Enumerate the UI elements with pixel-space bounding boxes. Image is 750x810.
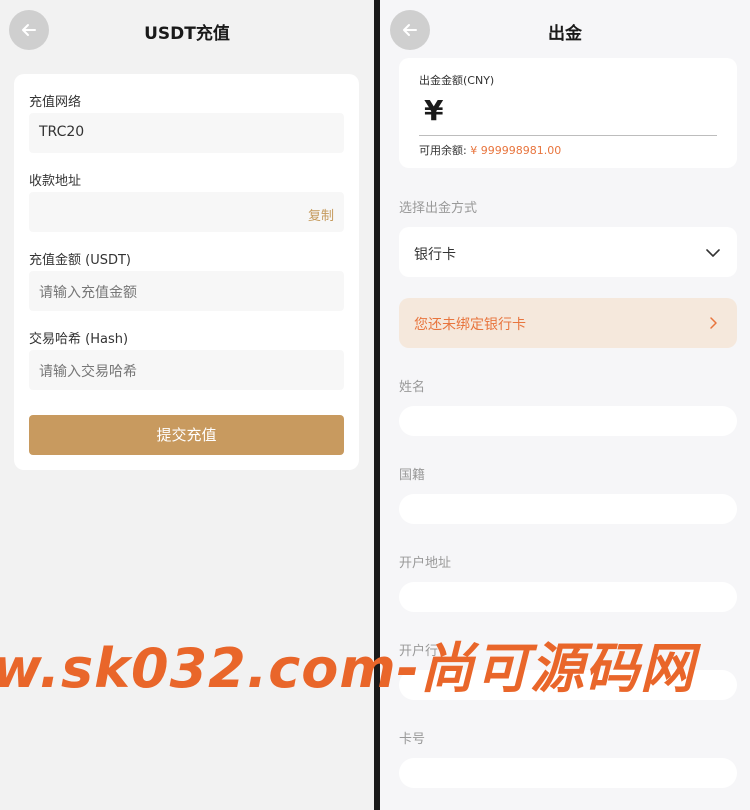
withdraw-amount-card: 出金金额(CNY) ¥ 可用余额: ¥ 999998981.00 <box>399 58 737 168</box>
submit-deposit-button[interactable]: 提交充值 <box>29 415 344 455</box>
page-title: 出金 <box>548 24 582 44</box>
card-number-input[interactable] <box>399 758 737 788</box>
bank-address-input[interactable] <box>399 582 737 612</box>
network-value: TRC20 <box>39 124 85 140</box>
amount-placeholder: 请输入充值金额 <box>39 285 137 301</box>
bind-card-notice: 您还未绑定银行卡 <box>414 317 526 333</box>
deposit-header: USDT充值 <box>0 0 374 60</box>
hash-input[interactable]: 请输入交易哈希 <box>29 350 344 390</box>
hash-label: 交易哈希 (Hash) <box>29 332 129 347</box>
address-label: 收款地址 <box>29 174 82 189</box>
copy-button[interactable]: 复制 <box>308 205 334 224</box>
card-number-label: 卡号 <box>399 732 426 747</box>
network-label: 充值网络 <box>29 95 82 110</box>
amount-underline <box>419 135 717 136</box>
method-select[interactable]: 银行卡 <box>399 227 737 277</box>
name-label: 姓名 <box>399 380 426 395</box>
currency-symbol[interactable]: ¥ <box>424 94 443 127</box>
chevron-right-icon <box>710 317 717 329</box>
available-balance: 可用余额: ¥ 999998981.00 <box>419 142 561 158</box>
method-value: 银行卡 <box>414 247 456 263</box>
nationality-label: 国籍 <box>399 468 426 483</box>
chevron-down-icon <box>706 249 720 257</box>
network-field[interactable]: TRC20 <box>29 113 344 153</box>
deposit-form-card: 充值网络 TRC20 收款地址 复制 充值金额 (USDT) 请输入充值金额 交… <box>14 74 359 470</box>
watermark: w.sk032.com-尚可源码网 <box>0 637 696 700</box>
amount-label: 充值金额 (USDT) <box>29 253 131 268</box>
withdraw-amount-label: 出金金额(CNY) <box>419 74 495 87</box>
amount-input[interactable]: 请输入充值金额 <box>29 271 344 311</box>
hash-placeholder: 请输入交易哈希 <box>39 364 137 380</box>
withdraw-header: 出金 <box>380 0 750 60</box>
name-input[interactable] <box>399 406 737 436</box>
bind-card-banner[interactable]: 您还未绑定银行卡 <box>399 298 737 348</box>
available-value: ¥ 999998981.00 <box>470 144 562 157</box>
page-title: USDT充值 <box>144 24 230 44</box>
bank-address-label: 开户地址 <box>399 556 452 571</box>
nationality-input[interactable] <box>399 494 737 524</box>
method-label: 选择出金方式 <box>399 201 478 216</box>
available-label: 可用余额: <box>419 144 467 157</box>
address-field: 复制 <box>29 192 344 232</box>
